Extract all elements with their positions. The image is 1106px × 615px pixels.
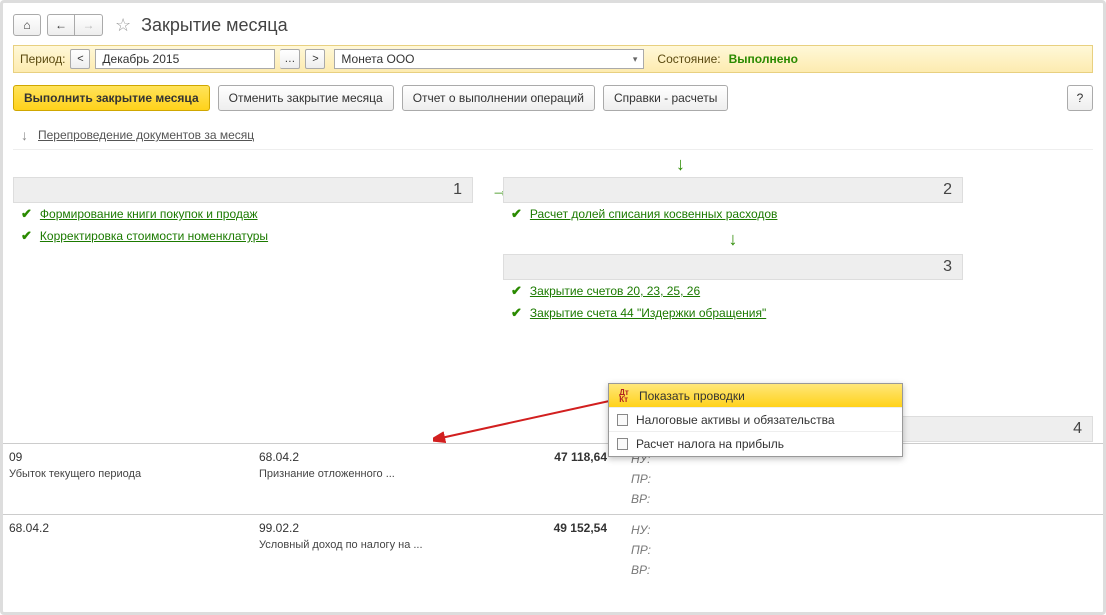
period-value[interactable]: Декабрь 2015 bbox=[95, 49, 275, 69]
home-button[interactable]: ⌂ bbox=[13, 14, 41, 36]
debit-desc bbox=[3, 537, 253, 553]
execute-button[interactable]: Выполнить закрытие месяца bbox=[13, 85, 210, 111]
reprov-row: ↓ Перепроведение документов за месяц bbox=[13, 121, 1093, 150]
cancel-button[interactable]: Отменить закрытие месяца bbox=[218, 85, 394, 111]
check-icon: ✔ bbox=[511, 283, 522, 299]
period-label: Период: bbox=[20, 52, 65, 66]
step-1-block: 1 ✔ Формирование книги покупок и продаж … bbox=[13, 177, 473, 324]
refs-button[interactable]: Справки - расчеты bbox=[603, 85, 728, 111]
credit-account: 68.04.2 bbox=[253, 448, 483, 466]
pr-label: ПР: bbox=[625, 541, 665, 559]
step-1-header: 1 bbox=[13, 177, 473, 203]
menu-tax-assets[interactable]: Налоговые активы и обязательства bbox=[609, 408, 902, 432]
nu-label: НУ: bbox=[625, 521, 665, 539]
op-link[interactable]: Закрытие счета 44 "Издержки обращения" bbox=[530, 306, 766, 320]
vr-label: ВР: bbox=[625, 561, 665, 579]
check-icon: ✔ bbox=[21, 228, 32, 244]
op-link[interactable]: Формирование книги покупок и продаж bbox=[40, 207, 258, 221]
dropdown-icon: ▾ bbox=[633, 54, 638, 65]
period-select-button[interactable]: … bbox=[280, 49, 300, 69]
step-3-header: 3 bbox=[503, 254, 963, 280]
document-icon bbox=[617, 414, 628, 426]
credit-desc: Признание отложенного ... bbox=[253, 466, 483, 482]
organization-select[interactable]: Монета ООО ▾ bbox=[334, 49, 644, 69]
reprov-link[interactable]: Перепроведение документов за месяц bbox=[38, 128, 254, 142]
menu-show-entries[interactable]: ДтКт Показать проводки bbox=[609, 384, 902, 408]
period-next-button[interactable]: > bbox=[305, 49, 325, 69]
favorite-star-icon[interactable]: ☆ bbox=[115, 15, 131, 36]
menu-label: Налоговые активы и обязательства bbox=[636, 413, 835, 427]
entries-table: 09 68.04.2 47 118,64 Убыток текущего пер… bbox=[3, 443, 1103, 612]
flow-arrow-down-icon: ↓ bbox=[503, 229, 963, 250]
vr-label: ВР: bbox=[625, 490, 665, 508]
menu-label: Расчет налога на прибыль bbox=[636, 437, 784, 451]
nav-forward-button: → bbox=[75, 14, 103, 36]
op-link[interactable]: Корректировка стоимости номенклатуры bbox=[40, 229, 268, 243]
status-value: Выполнено bbox=[729, 52, 798, 66]
organization-value: Монета ООО bbox=[341, 52, 414, 66]
credit-desc: Условный доход по налогу на ... bbox=[253, 537, 483, 553]
table-row: 68.04.2 99.02.2 49 152,54 Условный доход… bbox=[3, 514, 1103, 585]
op-link[interactable]: Расчет долей списания косвенных расходов bbox=[530, 207, 778, 221]
debit-account: 09 bbox=[3, 448, 253, 466]
nav-back-button[interactable]: ← bbox=[47, 14, 75, 36]
help-button[interactable]: ? bbox=[1067, 85, 1093, 111]
pr-label: ПР: bbox=[625, 470, 665, 488]
table-row: 09 68.04.2 47 118,64 Убыток текущего пер… bbox=[3, 443, 1103, 514]
check-icon: ✔ bbox=[21, 206, 32, 222]
period-bar: Период: < Декабрь 2015 … > Монета ООО ▾ … bbox=[13, 45, 1093, 73]
op-link[interactable]: Закрытие счетов 20, 23, 25, 26 bbox=[530, 284, 700, 298]
down-arrow-icon: ↓ bbox=[21, 127, 28, 143]
step-2-header: 2 bbox=[503, 177, 963, 203]
period-prev-button[interactable]: < bbox=[70, 49, 90, 69]
right-column: 2 ✔ Расчет долей списания косвенных расх… bbox=[503, 177, 963, 324]
debit-desc: Убыток текущего периода bbox=[3, 466, 253, 482]
context-menu: ДтКт Показать проводки Налоговые активы … bbox=[608, 383, 903, 457]
check-icon: ✔ bbox=[511, 305, 522, 321]
menu-profit-tax[interactable]: Расчет налога на прибыль bbox=[609, 432, 902, 456]
flow-arrow-down-icon: ↓ bbox=[268, 154, 1093, 175]
menu-label: Показать проводки bbox=[639, 389, 745, 403]
debit-account: 68.04.2 bbox=[3, 519, 253, 537]
page-title: Закрытие месяца bbox=[141, 15, 287, 36]
document-icon bbox=[617, 438, 628, 450]
status-label: Состояние: bbox=[657, 52, 720, 66]
amount: 47 118,64 bbox=[483, 448, 613, 466]
report-button[interactable]: Отчет о выполнении операций bbox=[402, 85, 595, 111]
check-icon: ✔ bbox=[511, 206, 522, 222]
dtkt-icon: ДтКт bbox=[617, 389, 631, 403]
amount: 49 152,54 bbox=[483, 519, 613, 537]
credit-account: 99.02.2 bbox=[253, 519, 483, 537]
